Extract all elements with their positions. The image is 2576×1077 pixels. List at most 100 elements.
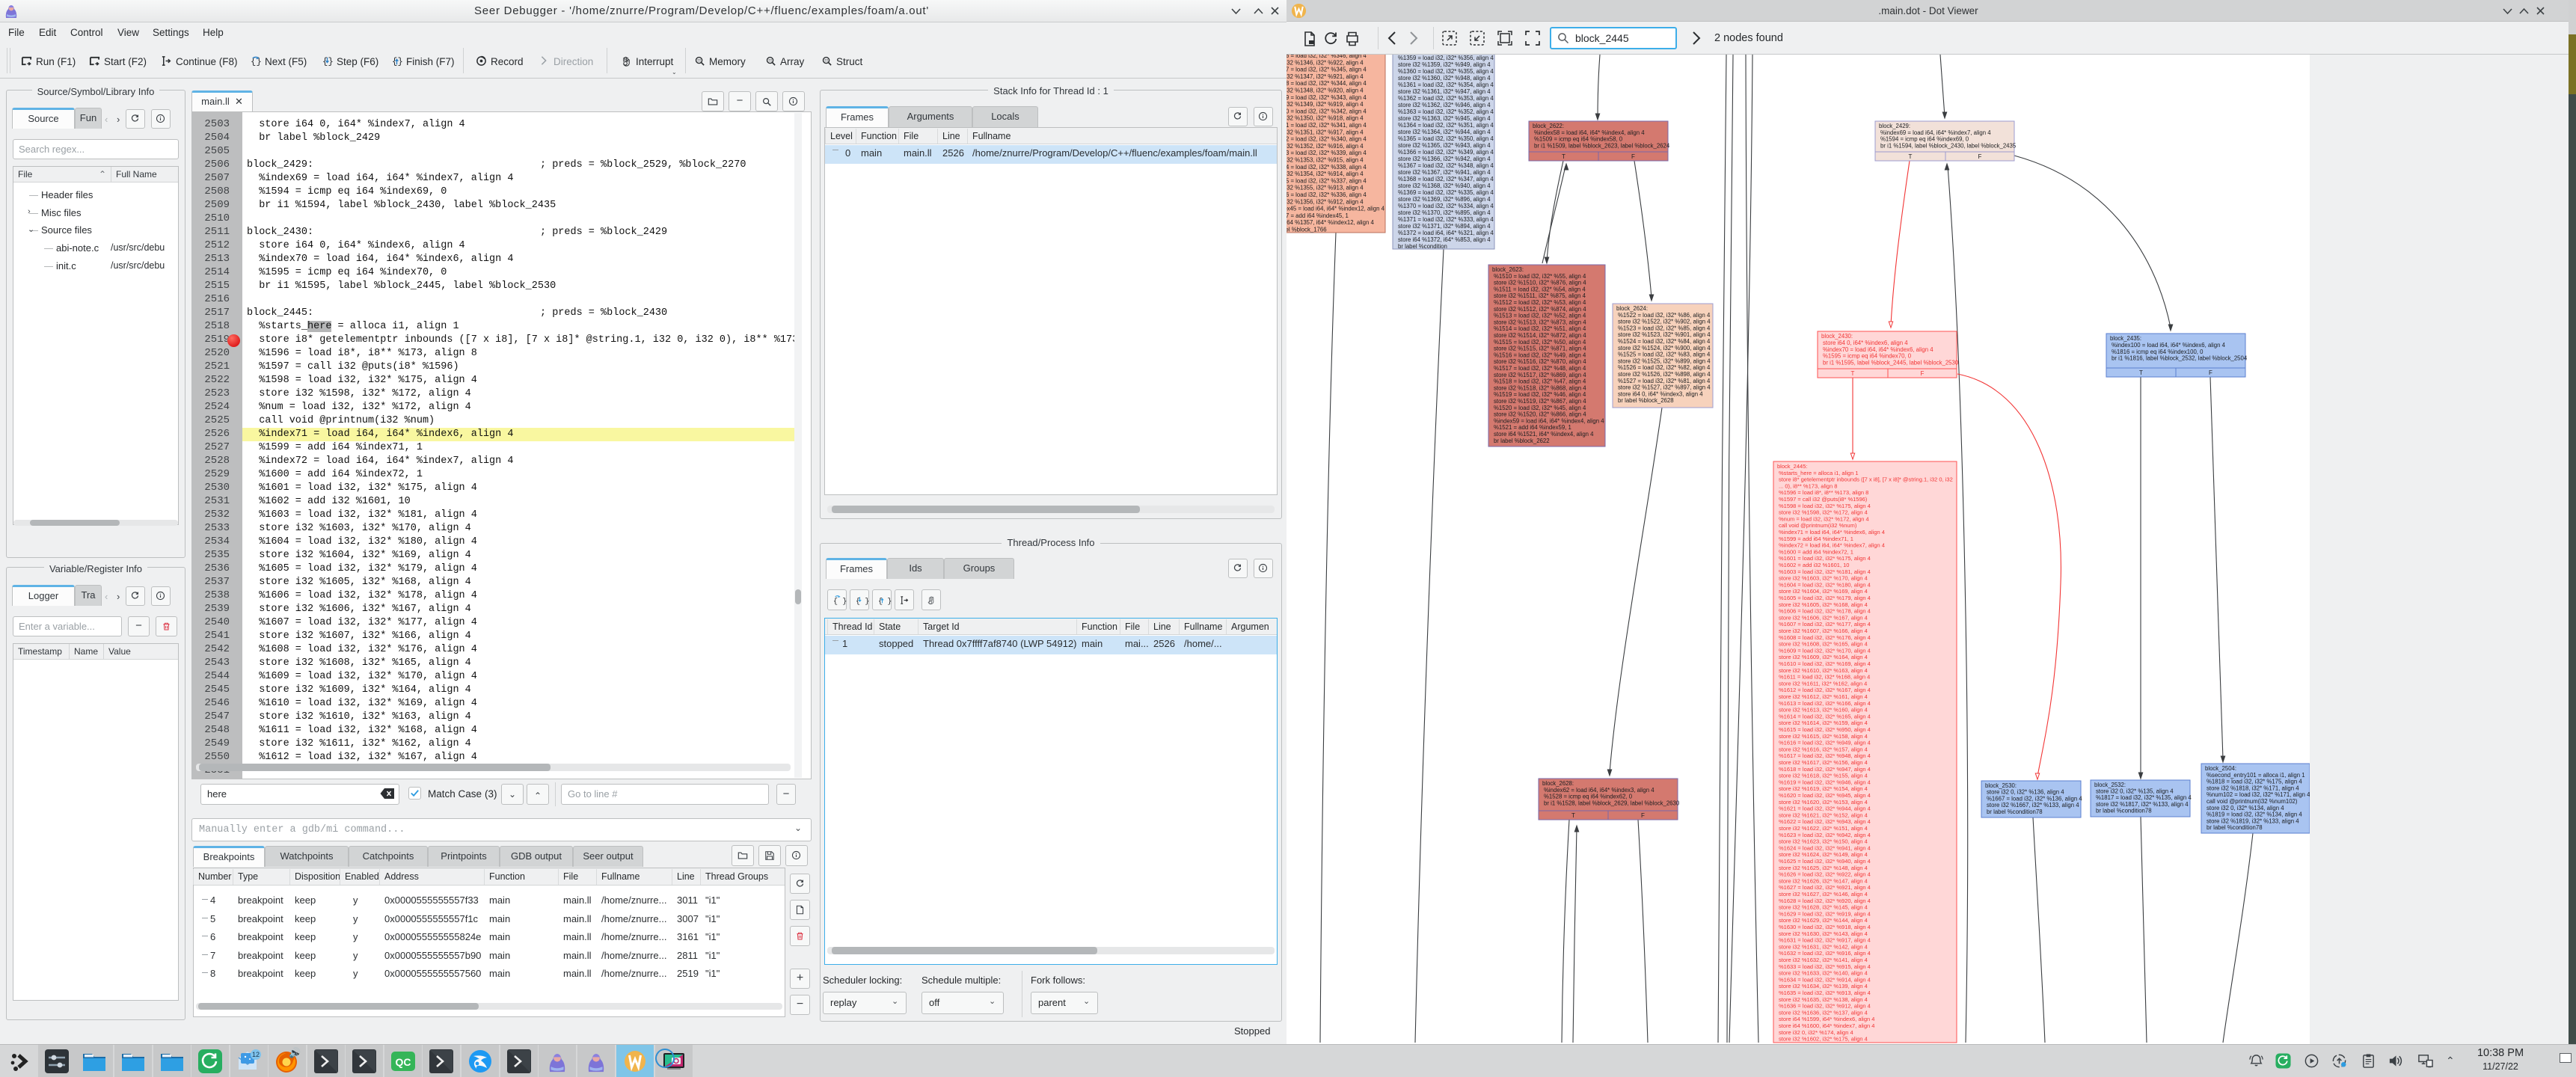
- svg-text:br i1 %1595, label %block_2445: br i1 %1595, label %block_2445, label %b…: [1823, 360, 1959, 366]
- svg-text:store i32 %1619, i32* %154, al: store i32 %1619, i32* %154, align 4: [1779, 785, 1868, 792]
- svg-text:%1608 = load i32, i32* %176, a: %1608 = load i32, i32* %176, align 4: [1779, 634, 1871, 641]
- svg-text:%1599 = add i64 %index71, 1: %1599 = add i64 %index71, 1: [1779, 536, 1853, 542]
- svg-text:store i32 %1607, i32* %166, al: store i32 %1607, i32* %166, align 4: [1779, 628, 1868, 634]
- svg-text:%1518 = load i32, i32* %47, al: %1518 = load i32, i32* %47, align 4: [1494, 378, 1586, 385]
- svg-text:%index100 = load i64, i64* %in: %index100 = load i64, i64* %index6, alig…: [2112, 342, 2226, 349]
- svg-text:T: T: [1851, 370, 1855, 377]
- svg-text:%1603 = load i32, i32* %181, a: %1603 = load i32, i32* %181, align 4: [1779, 568, 1871, 575]
- svg-text:%1512 = load i32, i32* %53, al: %1512 = load i32, i32* %53, align 4: [1494, 299, 1586, 306]
- svg-text:QC: QC: [396, 1056, 411, 1068]
- svg-text:T: T: [1571, 812, 1575, 819]
- svg-text:}: }: [397, 57, 402, 67]
- svg-text:store i32 %1627, i32* %146, al: store i32 %1627, i32* %146, align 4: [1779, 891, 1868, 898]
- svg-text:store i32 %1359, i32* %949, al: store i32 %1359, i32* %949, align 4: [1398, 61, 1491, 68]
- svg-text:store i32 %1615, i32* %158, al: store i32 %1615, i32* %158, align 4: [1779, 733, 1868, 740]
- svg-text:br label %block_2628: br label %block_2628: [1618, 397, 1674, 404]
- svg-text:store i32 %1364, i32* %944, al: store i32 %1364, i32* %944, align 4: [1398, 129, 1491, 135]
- svg-text:%1602 = add i32 %1601, 10: %1602 = add i32 %1601, 10: [1779, 562, 1849, 568]
- svg-text:store i32 %1511, i32* %875, al: store i32 %1511, i32* %875, align 4: [1494, 292, 1586, 299]
- svg-text:store i32 %1636, i32* %137, al: store i32 %1636, i32* %137, align 4: [1779, 1009, 1868, 1016]
- svg-text:T: T: [1562, 153, 1565, 160]
- svg-text:store i32 %1604, i32* %169, al: store i32 %1604, i32* %169, align 4: [1779, 588, 1868, 595]
- svg-text:store i32 %1520, i32* %866, al: store i32 %1520, i32* %866, align 4: [1494, 411, 1586, 418]
- svg-text:{ }: { }: [856, 597, 870, 606]
- svg-text:store i32 0, i32* %174, align: store i32 0, i32* %174, align 4: [1779, 1029, 1853, 1036]
- svg-text:store i32 %1360, i32* %948, al: store i32 %1360, i32* %948, align 4: [1398, 75, 1491, 82]
- svg-text:%1620 = load i32, i32* %945, a: %1620 = load i32, i32* %945, align 4: [1779, 792, 1871, 799]
- svg-text:%1617 = load i32, i32* %948, a: %1617 = load i32, i32* %948, align 4: [1779, 752, 1871, 759]
- svg-text:%1616 = load i32, i32* %949, a: %1616 = load i32, i32* %949, align 4: [1779, 740, 1871, 746]
- svg-text:store i32 %1519, i32* %867, al: store i32 %1519, i32* %867, align 4: [1494, 398, 1586, 405]
- svg-text:%1371 = load i32, i32* %333, a: %1371 = load i32, i32* %333, align 4: [1398, 216, 1494, 223]
- svg-text:%1609 = load i32, i32* %170, a: %1609 = load i32, i32* %170, align 4: [1779, 647, 1871, 654]
- svg-text:%index45 = load i64, i64* %ind: %index45 = load i64, i64* %index12, alig…: [1271, 206, 1385, 212]
- svg-text:store i32 %1631, i32* %142, al: store i32 %1631, i32* %142, align 4: [1779, 943, 1868, 950]
- svg-text:%1594 = icmp eq i64 %index69,: %1594 = icmp eq i64 %index69, 0: [1880, 136, 1969, 143]
- svg-text:%1816 = icmp eq i64 %index100,: %1816 = icmp eq i64 %index100, 0: [2112, 349, 2204, 355]
- svg-text:%1615 = load i32, i32* %950, a: %1615 = load i32, i32* %950, align 4: [1779, 726, 1871, 733]
- svg-text:%1634 = load i32, i32* %914, a: %1634 = load i32, i32* %914, align 4: [1779, 976, 1871, 983]
- svg-text:block_2530:: block_2530:: [1985, 782, 2017, 789]
- svg-text:store i32 %1629, i32* %144, al: store i32 %1629, i32* %144, align 4: [1779, 917, 1868, 924]
- svg-text:store i32 %1517, i32* %869, al: store i32 %1517, i32* %869, align 4: [1494, 372, 1586, 378]
- svg-text:store i32 %1608, i32* %165, al: store i32 %1608, i32* %165, align 4: [1779, 641, 1868, 648]
- svg-text:store i32 %1606, i32* %167, al: store i32 %1606, i32* %167, align 4: [1779, 614, 1868, 621]
- svg-text:store i32 %1618, i32* %155, al: store i32 %1618, i32* %155, align 4: [1779, 773, 1868, 779]
- svg-text:%1622 = load i32, i32* %943, a: %1622 = load i32, i32* %943, align 4: [1779, 818, 1871, 825]
- svg-text:%1618 = load i32, i32* %947, a: %1618 = load i32, i32* %947, align 4: [1779, 766, 1871, 773]
- svg-text:%1611 = load i32, i32* %168, a: %1611 = load i32, i32* %168, align 4: [1779, 674, 1870, 681]
- svg-text:%1635 = load i32, i32* %913, a: %1635 = load i32, i32* %913, align 4: [1779, 989, 1871, 996]
- svg-text:store i32 %1367, i32* %941, al: store i32 %1367, i32* %941, align 4: [1398, 169, 1491, 176]
- svg-text:br label %condition78: br label %condition78: [2096, 807, 2152, 814]
- svg-text:br i1 %1816, label %block_2532: br i1 %1816, label %block_2532, label %b…: [2112, 355, 2248, 362]
- svg-text:%1360 = load i32, i32* %355, a: %1360 = load i32, i32* %355, align 4: [1398, 68, 1494, 75]
- svg-text:call void @printnum(i32 %num): call void @printnum(i32 %num): [1779, 522, 1857, 529]
- svg-text:%index58 = load i64, i64* %ind: %index58 = load i64, i64* %index4, align…: [1534, 129, 1645, 136]
- svg-text:block_2622:: block_2622:: [1533, 123, 1564, 129]
- svg-text:%1598 = load i32, i32* %175, a: %1598 = load i32, i32* %175, align 4: [1779, 503, 1871, 509]
- svg-text:%1631 = load i32, i32* %917, a: %1631 = load i32, i32* %917, align 4: [1779, 937, 1871, 944]
- svg-text:%1361 = load i32, i32* %354, a: %1361 = load i32, i32* %354, align 4: [1398, 82, 1494, 88]
- svg-text:store i32 %1527, i32* %897, al: store i32 %1527, i32* %897, align 4: [1618, 384, 1711, 391]
- svg-text:store i32 %1617, i32* %156, al: store i32 %1617, i32* %156, align 4: [1779, 759, 1868, 766]
- svg-text:%1516 = load i32, i32* %49, al: %1516 = load i32, i32* %49, align 4: [1494, 352, 1586, 358]
- svg-text:%1614 = load i32, i32* %165, a: %1614 = load i32, i32* %165, align 4: [1779, 713, 1871, 719]
- svg-text:%1625 = load i32, i32* %940, a: %1625 = load i32, i32* %940, align 4: [1779, 858, 1871, 865]
- svg-text:%1605 = load i32, i32* %179, a: %1605 = load i32, i32* %179, align 4: [1779, 595, 1871, 601]
- svg-text:%1514 = load i32, i32* %51, al: %1514 = load i32, i32* %51, align 4: [1494, 325, 1586, 332]
- svg-text:%1517 = load i32, i32* %48, al: %1517 = load i32, i32* %48, align 4: [1494, 365, 1586, 372]
- svg-text:%1520 = load i32, i32* %45, al: %1520 = load i32, i32* %45, align 4: [1494, 405, 1586, 411]
- svg-text:%index72 = load i64, i64* %ind: %index72 = load i64, i64* %index7, align…: [1779, 542, 1885, 549]
- svg-text:%1667 = load i32, i32* %136, a: %1667 = load i32, i32* %136, align 4: [1987, 795, 2082, 802]
- svg-text:%1626 = load i32, i32* %922, a: %1626 = load i32, i32* %922, align 4: [1779, 871, 1871, 878]
- svg-text:store i32 %1632, i32* %141, al: store i32 %1632, i32* %141, align 4: [1779, 957, 1868, 963]
- svg-text:call void @printnum(i32 %num10: call void @printnum(i32 %num102): [2207, 798, 2298, 805]
- svg-text:%1362 = load i32, i32* %353, a: %1362 = load i32, i32* %353, align 4: [1398, 95, 1494, 102]
- svg-text:%1521 = add i64 %index59, 1: %1521 = add i64 %index59, 1: [1494, 424, 1571, 431]
- svg-text:12: 12: [252, 1051, 260, 1058]
- svg-text:%1600 = add i64 %index72, 1: %1600 = add i64 %index72, 1: [1779, 548, 1853, 555]
- svg-text:store i64 %1600, i64* %index7,: store i64 %1600, i64* %index7, align 4: [1779, 1022, 1874, 1029]
- svg-text:store i32 %1369, i32* %896, al: store i32 %1369, i32* %896, align 4: [1398, 196, 1491, 203]
- svg-text:%num = load i32, i32* %172, al: %num = load i32, i32* %172, align 4: [1779, 515, 1869, 522]
- svg-text:T: T: [2139, 369, 2143, 376]
- svg-text:store i32 0, i32* %134, align: store i32 0, i32* %134, align 4: [2207, 805, 2284, 811]
- svg-text:store i64 0, i64* %index6, ali: store i64 0, i64* %index6, align 4: [1823, 340, 1908, 346]
- svg-text:%index71 = load i64, i64* %ind: %index71 = load i64, i64* %index6, align…: [1779, 529, 1885, 536]
- svg-text:block_2430:: block_2430:: [1821, 333, 1853, 340]
- svg-text:%1623 = load i32, i32* %942, a: %1623 = load i32, i32* %942, align 4: [1779, 832, 1871, 838]
- svg-text:block_2435:: block_2435:: [2110, 335, 2141, 342]
- svg-text:br label %block_2622: br label %block_2622: [1494, 438, 1550, 444]
- svg-text:T: T: [1909, 153, 1913, 160]
- svg-text:%1527 = load i32, i32* %81, al: %1527 = load i32, i32* %81, align 4: [1618, 378, 1711, 384]
- svg-text:%index59 = load i64, i64* %ind: %index59 = load i64, i64* %index4, align…: [1494, 417, 1604, 424]
- svg-text:%1607 = load i32, i32* %177, a: %1607 = load i32, i32* %177, align 4: [1779, 621, 1871, 628]
- svg-text:store i32 %1370, i32* %895, al: store i32 %1370, i32* %895, align 4: [1398, 209, 1491, 216]
- svg-text:%1359 = load i32, i32* %356, a: %1359 = load i32, i32* %356, align 4: [1398, 55, 1494, 61]
- svg-text:%index69 = load i64, i64* %ind: %index69 = load i64, i64* %index7, align…: [1880, 129, 1991, 136]
- svg-text:store i32 %1368, i32* %940, al: store i32 %1368, i32* %940, align 4: [1398, 182, 1491, 189]
- svg-text:}: }: [328, 57, 333, 67]
- svg-text:%1515 = load i32, i32* %50, al: %1515 = load i32, i32* %50, align 4: [1494, 339, 1586, 346]
- svg-text:%starts_here = alloca i1, alig: %starts_here = alloca i1, align 1: [1779, 470, 1859, 476]
- svg-text:%1526 = load i32, i32* %82, al: %1526 = load i32, i32* %82, align 4: [1618, 364, 1711, 371]
